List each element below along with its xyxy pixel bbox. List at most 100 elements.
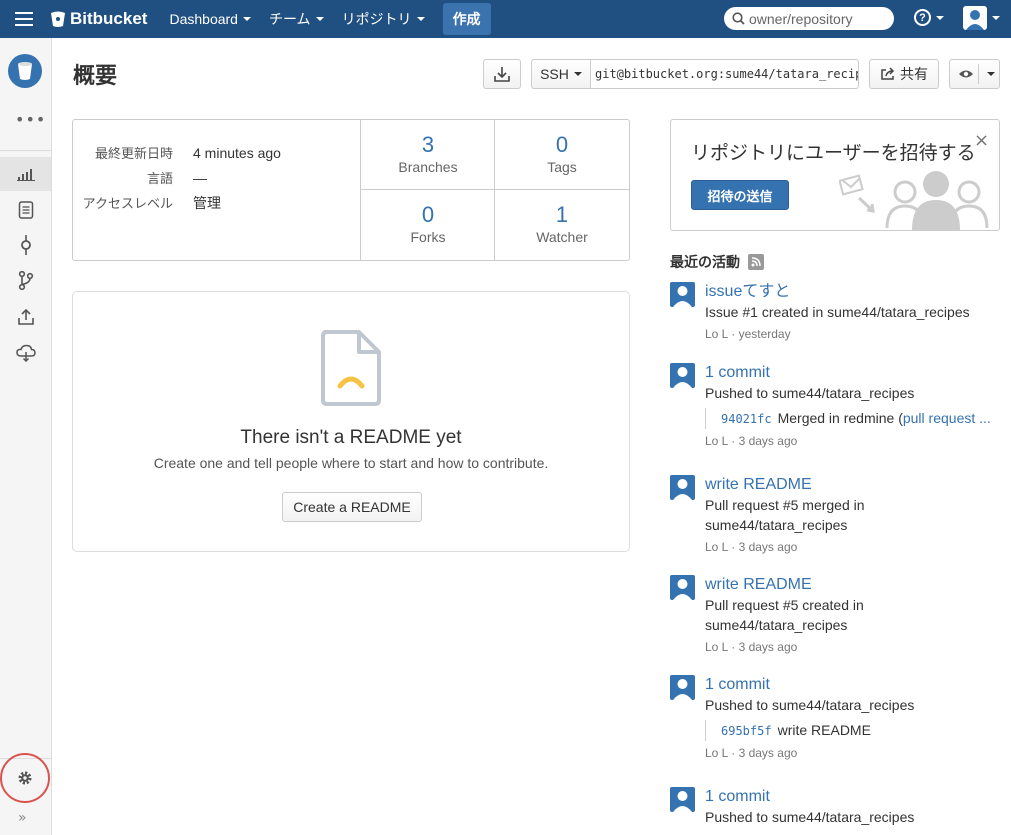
- menu-icon[interactable]: [15, 12, 33, 26]
- share-icon: [881, 67, 895, 80]
- stat-tags[interactable]: 0 Tags: [494, 120, 629, 190]
- nav-dashboard[interactable]: Dashboard: [169, 11, 251, 27]
- stat-watchers[interactable]: 1 Watcher: [494, 190, 629, 260]
- meta-row: 最終更新日時 4 minutes ago: [73, 140, 360, 165]
- activity-title-link[interactable]: issueてすと: [705, 282, 1000, 302]
- activity-description: Pull request #5 created in sume44/tatara…: [705, 597, 864, 633]
- commit-entry: 695bf5f write README: [705, 720, 1000, 741]
- chevron-down-icon: [242, 17, 251, 21]
- invite-users-illustration: [839, 171, 989, 230]
- activity-description: Pushed to sume44/tatara_recipes: [705, 385, 915, 401]
- deploy-cloud-icon[interactable]: [0, 336, 52, 370]
- eye-icon: [959, 70, 973, 78]
- clone-protocol-label: SSH: [540, 66, 569, 82]
- expand-icon[interactable]: »: [18, 810, 27, 826]
- commits-icon[interactable]: [0, 228, 52, 262]
- stat-forks[interactable]: 0 Forks: [360, 190, 495, 260]
- nav-teams[interactable]: チーム: [269, 9, 324, 29]
- branches-icon[interactable]: [0, 264, 52, 298]
- stat-watchers-label: Watcher: [536, 229, 588, 245]
- readme-description: Create one and tell people where to star…: [153, 455, 549, 471]
- clone-url-field[interactable]: [590, 59, 859, 89]
- source-icon[interactable]: [0, 193, 52, 227]
- bitbucket-logo[interactable]: Bitbucket: [50, 9, 147, 29]
- chevron-down-icon: [936, 15, 944, 20]
- repo-avatar-icon[interactable]: [8, 54, 42, 88]
- stat-watchers-count: 1: [555, 202, 569, 227]
- activity-description: Pull request #5 merged in sume44/tatara_…: [705, 497, 865, 533]
- nav-teams-label: チーム: [268, 11, 311, 27]
- stat-tags-label: Tags: [547, 159, 577, 175]
- user-avatar-icon[interactable]: [670, 282, 695, 307]
- create-button[interactable]: 作成: [442, 3, 491, 35]
- download-button[interactable]: [483, 59, 521, 89]
- sidebar-divider: [0, 150, 52, 151]
- activity-meta: Lo L · 3 days ago: [705, 540, 798, 554]
- stat-forks-label: Forks: [410, 229, 446, 245]
- rss-feed-icon[interactable]: [748, 254, 764, 270]
- help-button[interactable]: ?: [914, 9, 944, 26]
- pull-request-link[interactable]: pull request ...: [903, 410, 991, 426]
- readme-title: There isn't a README yet: [240, 427, 462, 448]
- activity-description: Pushed to sume44/tatara_recipes: [705, 697, 915, 713]
- meta-label: 言語: [146, 172, 173, 187]
- chevron-down-icon: [573, 72, 582, 76]
- user-avatar-icon[interactable]: [670, 787, 695, 812]
- share-label: 共有: [900, 66, 928, 82]
- user-avatar-icon[interactable]: [670, 675, 695, 700]
- invite-users-panel: リポジトリにユーザーを招待する × 招待の送信: [670, 119, 1000, 231]
- activity-title-link[interactable]: 1 commit: [705, 787, 1000, 807]
- activity-title-link[interactable]: 1 commit: [705, 675, 1000, 695]
- recent-activity-heading: 最近の活動: [670, 252, 764, 272]
- activity-meta: Lo L · 3 days ago: [705, 746, 798, 760]
- search-box: [724, 7, 894, 30]
- activity-description: Issue #1 created in sume44/tatara_recipe…: [705, 304, 970, 320]
- user-avatar-icon[interactable]: [670, 575, 695, 600]
- stat-branches[interactable]: 3 Branches: [360, 120, 495, 190]
- watch-button[interactable]: [949, 59, 1000, 89]
- repository-meta: 最終更新日時 4 minutes ago 言語 — アクセスレベル 管理: [73, 140, 360, 215]
- commit-entry: 94021fc Merged in redmine (pull request .…: [705, 408, 1000, 429]
- share-button[interactable]: 共有: [869, 59, 939, 89]
- activity-meta: Lo L · 3 days ago: [705, 434, 798, 448]
- settings-icon[interactable]: [0, 753, 50, 803]
- meta-label: アクセスレベル: [82, 197, 173, 212]
- nav-repositories[interactable]: リポジトリ: [342, 9, 425, 29]
- button-separator: [978, 64, 979, 84]
- user-avatar-icon[interactable]: [670, 363, 695, 388]
- commit-hash-link[interactable]: 695bf5f: [721, 724, 772, 738]
- chevron-down-icon: [992, 16, 1000, 20]
- meta-value: 管理: [193, 194, 221, 211]
- chevron-down-icon: [987, 72, 995, 76]
- send-invitation-button[interactable]: 招待の送信: [691, 180, 789, 210]
- activity-title-link[interactable]: 1 commit: [705, 363, 1000, 383]
- stat-tags-count: 0: [555, 132, 569, 157]
- chevron-down-icon: [416, 17, 425, 21]
- repository-stats-panel: 最終更新日時 4 minutes ago 言語 — アクセスレベル 管理 3 Bran…: [72, 119, 630, 261]
- clone-protocol-select[interactable]: SSH: [531, 59, 591, 89]
- meta-value: 4 minutes ago: [193, 144, 281, 161]
- search-input[interactable]: [749, 10, 889, 27]
- chevron-down-icon: [315, 17, 324, 21]
- brand-name: Bitbucket: [70, 9, 148, 28]
- download-icon: [494, 66, 510, 82]
- commit-message: Merged in redmine (: [777, 410, 903, 426]
- stat-forks-count: 0: [421, 202, 435, 227]
- create-readme-button[interactable]: Create a README: [282, 492, 422, 522]
- nav-dashboard-label: Dashboard: [169, 11, 238, 27]
- commit-hash-link[interactable]: 94021fc: [721, 412, 772, 426]
- user-menu-button[interactable]: [963, 6, 1000, 30]
- activity-title-link[interactable]: write README: [705, 575, 1000, 595]
- stat-branches-count: 3: [421, 132, 435, 157]
- sad-document-icon: [321, 330, 381, 406]
- activity-title-link[interactable]: write README: [705, 475, 1000, 495]
- user-avatar-icon[interactable]: [670, 475, 695, 500]
- help-icon: ?: [914, 9, 931, 26]
- search-icon: [732, 12, 745, 25]
- more-icon[interactable]: •••: [15, 110, 46, 129]
- top-navigation-bar: Bitbucket Dashboard チーム リポジトリ 作成 ?: [0, 0, 1011, 38]
- recent-activity-title: 最近の活動: [670, 255, 740, 271]
- close-icon[interactable]: ×: [974, 130, 989, 151]
- downloads-icon[interactable]: [0, 300, 52, 334]
- overview-icon[interactable]: [0, 157, 52, 191]
